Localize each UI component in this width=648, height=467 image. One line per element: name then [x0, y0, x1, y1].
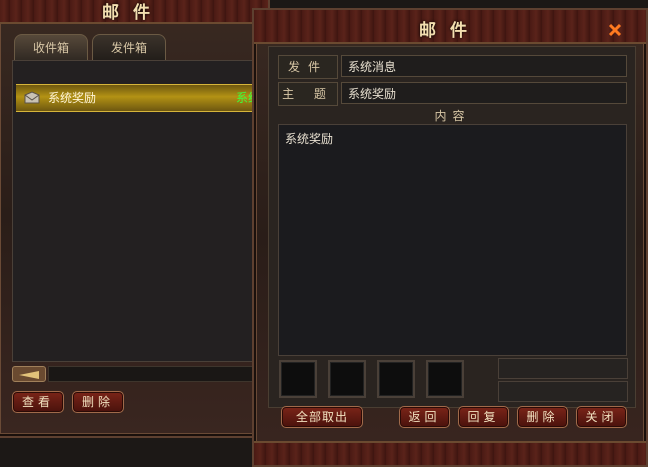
- close-button[interactable]: 关闭: [576, 406, 627, 428]
- close-icon[interactable]: [607, 22, 623, 38]
- attachment-slot-3[interactable]: [377, 360, 415, 398]
- reply-button[interactable]: 回复: [458, 406, 509, 428]
- mail-bottom-bar: [254, 441, 646, 465]
- scroll-track[interactable]: [48, 366, 260, 382]
- list-item[interactable]: 系统奖励 系统: [16, 84, 260, 112]
- sender-field: 系统消息: [341, 55, 627, 77]
- attachment-slot-2[interactable]: [328, 360, 366, 398]
- scroll-handle[interactable]: [12, 366, 46, 382]
- inbox-title: 邮件: [102, 3, 164, 23]
- subject-label: 主 题: [278, 82, 338, 106]
- delete-button[interactable]: 删除: [72, 391, 124, 413]
- content-area: 系统奖励: [278, 124, 627, 356]
- content-text: 系统奖励: [285, 132, 334, 146]
- subject-field: 系统奖励: [341, 82, 627, 104]
- attachment-slot-4[interactable]: [426, 360, 464, 398]
- content-label: 内容: [434, 109, 471, 123]
- money-field: [498, 358, 628, 379]
- back-button[interactable]: 返回: [399, 406, 450, 428]
- view-button[interactable]: 查看: [12, 391, 64, 413]
- tab-outbox[interactable]: 发件箱: [92, 34, 166, 61]
- sender-label: 发件人: [278, 55, 338, 96]
- arrow-left-icon: [19, 371, 39, 379]
- mail-icon: [24, 90, 40, 104]
- gold-field: [498, 381, 628, 402]
- take-all-button[interactable]: 全部取出: [281, 406, 363, 428]
- tab-inbox[interactable]: 收件箱: [14, 34, 88, 61]
- mail-delete-button[interactable]: 删除: [517, 406, 568, 428]
- mail-title: 邮件: [419, 21, 481, 41]
- attachment-slot-1[interactable]: [279, 360, 317, 398]
- message-title: 系统奖励: [48, 91, 97, 105]
